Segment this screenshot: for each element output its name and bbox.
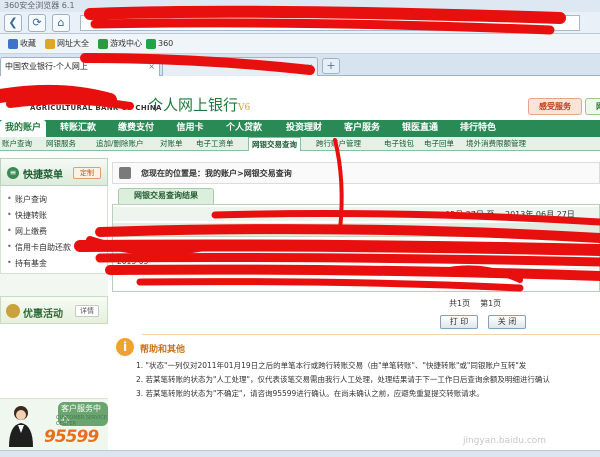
browser-title: 360安全浏览器 6.1 xyxy=(4,1,75,10)
subnav-payslip[interactable]: 电子工资单 xyxy=(196,137,234,151)
subnav-wallet[interactable]: 电子钱包 xyxy=(384,137,414,151)
date-range-row: 05月 27日 至 2013年 06月 27日 xyxy=(113,207,599,221)
table-header xyxy=(113,223,599,237)
main-nav: 我的账户 转账汇款 缴费支付 信用卡 个人贷款 投资理财 客户服务 银医直通 排… xyxy=(0,120,600,137)
browser-title-bar: 360安全浏览器 6.1 xyxy=(0,0,600,12)
help-title: 帮助和其他 xyxy=(140,345,186,355)
date-range-to: 2013年 06月 27日 xyxy=(505,210,575,219)
hotline-number: 95599 xyxy=(44,427,99,447)
query-results-panel: 05月 27日 至 2013年 06月 27日 2013-06-27 12:2 … xyxy=(112,204,600,292)
favorites-item-360[interactable]: 360 xyxy=(146,38,173,50)
pagination: 共1页 第1页 xyxy=(449,298,511,309)
favorites-bar: 收藏 网址大全 游戏中心 360 xyxy=(0,34,600,54)
promotions-header: 优惠活动 详情 xyxy=(0,296,108,324)
subnav-account-query[interactable]: 账户查询 xyxy=(2,137,32,151)
main-content: 您现在的位置是：我的账户>网银交易查询 网银交易查询结果 05月 27日 至 2… xyxy=(112,158,600,450)
site-title: 个人网上银行V6 xyxy=(148,96,251,114)
subnav-transaction-query[interactable]: 网银交易查询 xyxy=(248,137,301,151)
360-icon xyxy=(146,38,156,49)
favorites-item-games[interactable]: 游戏中心 xyxy=(98,38,142,50)
page-total: 共1页 xyxy=(449,299,471,308)
promotions-detail-button[interactable]: 详情 xyxy=(75,305,99,317)
quick-item-online-payment[interactable]: 网上缴费 xyxy=(7,226,47,237)
table-row[interactable]: 2013-06-27 12:2 6227000153410259 xyxy=(113,239,599,253)
close-button[interactable]: 关 闭 xyxy=(488,315,526,329)
print-button[interactable]: 打 印 xyxy=(440,315,478,329)
sub-nav: 账户查询 网银服务 追加/删除账户 对账单 电子工资单 网银交易查询 跨行账户管… xyxy=(0,137,600,151)
favorites-item-sites[interactable]: 网址大全 xyxy=(45,38,89,50)
help-note: 2. 若某笔转账的状态为"人工处理"，仅代表该笔交易需由我行人工处理，处理结果请… xyxy=(136,375,550,384)
help-note: 1. "状态"一列仅对2011年01月19日之后的单笔本行或跨行转账交易（由"单… xyxy=(136,361,527,370)
subnav-interbank-account[interactable]: 跨行账户管理 xyxy=(316,137,361,151)
nav-medical[interactable]: 银医直通 xyxy=(394,120,446,137)
nav-features[interactable]: 排行特色 xyxy=(452,120,504,137)
tab-query-results[interactable]: 网银交易查询结果 xyxy=(118,188,214,204)
nav-credit-card[interactable]: 信用卡 xyxy=(168,120,212,137)
service-agent-icon xyxy=(9,406,33,447)
subnav-ebank-service[interactable]: 网银服务 xyxy=(46,137,76,151)
location-icon xyxy=(119,167,131,179)
subnav-overseas-limit[interactable]: 境外消费限额管理 xyxy=(466,137,526,151)
nav-customer-service[interactable]: 客户服务 xyxy=(336,120,388,137)
nav-payment[interactable]: 缴费支付 xyxy=(110,120,162,137)
back-icon[interactable]: ❮ xyxy=(4,14,22,32)
quick-item-credit-repay[interactable]: 信用卡自助还款 xyxy=(7,242,71,253)
close-icon[interactable]: × xyxy=(148,58,155,75)
info-icon: i xyxy=(116,338,134,356)
favorites-item-collect[interactable]: 收藏 xyxy=(8,38,36,50)
promotion-icon xyxy=(6,304,20,318)
quick-item-funds[interactable]: 持有基金 xyxy=(7,258,47,269)
nav-my-account[interactable]: 我的账户 xyxy=(0,120,46,137)
service-center-en: CUSTOMER SERVICE CENTER xyxy=(56,415,107,427)
breadcrumb: 您现在的位置是：我的账户>网银交易查询 xyxy=(141,169,292,178)
quick-menu-list: 账户查询 快捷转账 网上缴费 信用卡自助还款 持有基金 xyxy=(0,186,108,274)
quick-item-quick-transfer[interactable]: 快捷转账 xyxy=(7,210,47,221)
subnav-receipt[interactable]: 电子回单 xyxy=(424,137,454,151)
subnav-add-remove-account[interactable]: 追加/删除账户 xyxy=(96,137,144,151)
help-divider xyxy=(142,334,600,335)
left-sidebar: ≡ 快捷菜单 定制 账户查询 快捷转账 网上缴费 信用卡自助还款 持有基金 优惠… xyxy=(0,158,108,450)
page-current: 第1页 xyxy=(480,299,502,308)
experience-service-button[interactable]: 感受服务 xyxy=(528,98,582,115)
bank-logo-en: AGRICULTURAL BANK OF CHINA xyxy=(30,104,162,112)
subnav-statement[interactable]: 对账单 xyxy=(160,137,183,151)
quick-item-account-query[interactable]: 账户查询 xyxy=(7,194,47,205)
help-section: i 帮助和其他 1. "状态"一列仅对2011年01月19日之后的单笔本行或跨行… xyxy=(112,334,600,450)
location-bar: 您现在的位置是：我的账户>网银交易查询 xyxy=(112,162,600,184)
browser-tab-bar: 中国农业银行-个人网上 × × + xyxy=(0,54,600,76)
home-icon[interactable]: ⌂ xyxy=(52,14,70,32)
browser-status-bar xyxy=(0,450,600,457)
game-icon xyxy=(98,38,108,49)
menu-icon: ≡ xyxy=(7,167,19,179)
bank-header: AGRICULTURAL BANK OF CHINA 个人网上银行V6 感受服务… xyxy=(0,76,600,120)
quick-menu-header: ≡ 快捷菜单 定制 xyxy=(0,158,108,186)
refresh-icon[interactable]: ⟳ xyxy=(28,14,46,32)
globe-icon xyxy=(45,38,55,49)
new-tab-button[interactable]: + xyxy=(322,58,340,74)
close-icon[interactable]: × xyxy=(306,58,313,75)
sidebar-spacer xyxy=(0,274,108,296)
date-range-from: 05月 27日 至 xyxy=(445,210,495,219)
customize-button[interactable]: 定制 xyxy=(73,167,101,179)
customer-service-banner[interactable]: 客户服务中心 CUSTOMER SERVICE CENTER 95599 xyxy=(0,398,108,450)
table-row[interactable]: 2013-05- xyxy=(113,255,599,269)
nav-transfer[interactable]: 转账汇款 xyxy=(52,120,104,137)
help-note: 3. 若某笔转账的状态为"不确定"，请咨询95599进行确认。在尚未确认之前，应… xyxy=(136,389,484,398)
nav-investment[interactable]: 投资理财 xyxy=(278,120,330,137)
tab-second[interactable]: × xyxy=(162,57,318,76)
star-icon xyxy=(8,38,18,49)
browser-nav-bar: ❮ ⟳ ⌂ xyxy=(0,12,600,34)
watermark: jingyan.baidu.com xyxy=(463,436,547,446)
address-bar[interactable] xyxy=(80,15,580,31)
tab-bank[interactable]: 中国农业银行-个人网上 × xyxy=(0,57,160,76)
nav-loan[interactable]: 个人贷款 xyxy=(218,120,270,137)
header-button-2[interactable]: 网 xyxy=(585,98,600,115)
